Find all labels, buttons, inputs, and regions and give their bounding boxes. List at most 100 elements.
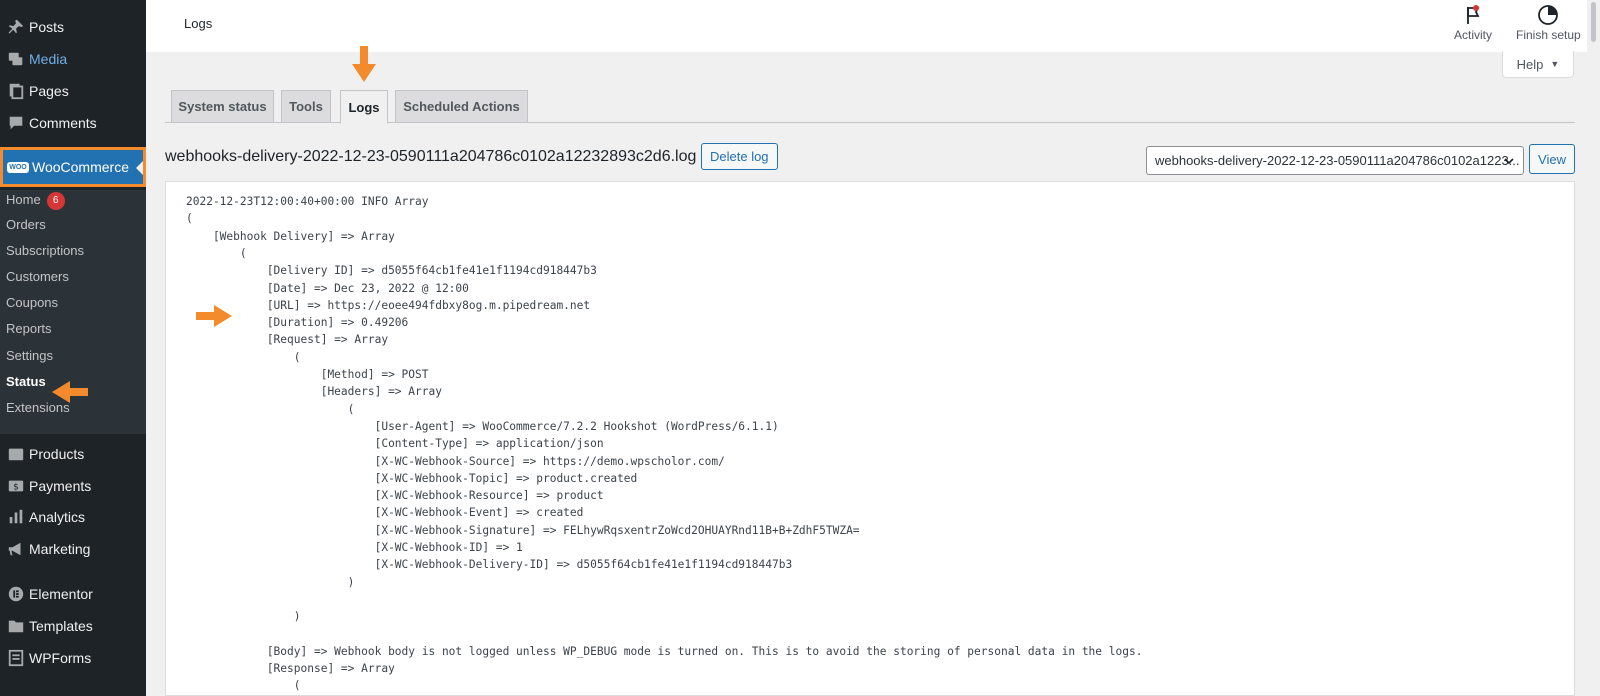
annotation-arrow-right xyxy=(196,305,232,327)
help-label: Help xyxy=(1516,56,1544,72)
log-line: ( xyxy=(186,402,355,416)
log-line: [Date] => Dec 23, 2022 @ 12:00 xyxy=(186,281,469,295)
log-line: ( xyxy=(186,212,193,226)
menu-label: Comments xyxy=(29,115,97,131)
menu-label: WooCommerce xyxy=(32,159,129,175)
log-line: [X-WC-Webhook-Topic] => product.created xyxy=(186,471,638,485)
log-line: [Delivery ID] => d5055f64cb1fe41e1f1194c… xyxy=(186,264,597,278)
log-viewer: 2022-12-23T12:00:40+00:00 INFO Array ( [W… xyxy=(165,181,1575,696)
menu-label: Analytics xyxy=(29,509,86,525)
chevron-down-icon xyxy=(1504,158,1514,165)
log-line: ) xyxy=(186,575,355,589)
comments-icon xyxy=(0,114,28,132)
log-line: [Method] => POST xyxy=(186,368,429,381)
top-header: Logs Activity Finish setup xyxy=(146,0,1587,52)
log-line: ( xyxy=(186,246,247,260)
elementor-icon xyxy=(0,585,28,603)
payments-icon: $ xyxy=(0,477,28,495)
activity-button[interactable]: Activity xyxy=(1454,4,1492,42)
menu-woocommerce[interactable]: WOO WooCommerce xyxy=(0,147,146,187)
scrollbar-thumb[interactable] xyxy=(1591,2,1596,42)
log-line: [X-WC-Webhook-Delivery-ID] => d5055f64cb… xyxy=(186,558,793,572)
log-line: [Request] => Array xyxy=(186,333,389,347)
menu-pages[interactable]: Pages xyxy=(0,75,146,107)
menu-label: Elementor xyxy=(29,586,93,602)
log-select-value: webhooks-delivery-2022-12-23-0590111a204… xyxy=(1155,153,1520,168)
menu-media[interactable]: Media xyxy=(0,43,146,75)
products-icon xyxy=(0,445,28,463)
media-icon xyxy=(0,50,28,68)
log-line: [Body] => Webhook body is not logged unl… xyxy=(186,644,1143,658)
log-line: [X-WC-Webhook-Event] => created xyxy=(186,506,584,520)
menu-label: Products xyxy=(29,446,85,462)
folder-icon xyxy=(0,617,28,635)
menu-posts[interactable]: Posts xyxy=(0,11,146,43)
submenu-orders[interactable]: Orders xyxy=(6,215,46,235)
finish-setup-label: Finish setup xyxy=(1516,28,1581,42)
log-line: [User-Agent] => WooCommerce/7.2.2 Hooksh… xyxy=(186,419,779,433)
page-scrollbar[interactable] xyxy=(1587,0,1600,696)
menu-label: Posts xyxy=(29,19,65,35)
menu-label: WPForms xyxy=(29,650,92,666)
status-tabs: System status Tools Logs Scheduled Actio… xyxy=(165,90,1575,124)
help-button[interactable]: Help ▼ xyxy=(1502,51,1574,78)
log-line: [Response] => Array xyxy=(186,662,395,676)
menu-analytics[interactable]: Analytics xyxy=(0,501,146,533)
submenu-coupons[interactable]: Coupons xyxy=(6,293,58,313)
log-line: [Content-Type] => application/json xyxy=(186,437,604,451)
log-line: [Webhook Delivery] => Array xyxy=(186,229,395,243)
menu-templates[interactable]: Templates xyxy=(0,610,146,642)
tab-system-status[interactable]: System status xyxy=(171,90,274,123)
menu-label: Media xyxy=(29,51,68,67)
submenu-settings[interactable]: Settings xyxy=(6,346,53,366)
menu-products[interactable]: Products xyxy=(0,438,146,470)
woocommerce-icon: WOO xyxy=(7,161,29,173)
submenu-subscriptions[interactable]: Subscriptions xyxy=(6,241,84,261)
svg-text:$: $ xyxy=(13,483,19,493)
submenu-status[interactable]: Status xyxy=(6,372,46,392)
annotation-arrow-down xyxy=(352,46,376,82)
log-line: 2022-12-23T12:00:40+00:00 INFO Array xyxy=(186,195,429,208)
log-line: ( xyxy=(186,350,301,364)
submenu-customers[interactable]: Customers xyxy=(6,267,69,287)
flag-icon xyxy=(1467,5,1480,24)
menu-label: Payments xyxy=(29,478,92,494)
tab-tools[interactable]: Tools xyxy=(281,90,331,123)
log-line: [X-WC-Webhook-Signature] => FELhywRqsxen… xyxy=(186,523,860,537)
activity-label: Activity xyxy=(1454,28,1493,42)
current-menu-notch xyxy=(136,161,143,175)
tab-logs[interactable]: Logs xyxy=(340,90,388,124)
delete-log-button[interactable]: Delete log xyxy=(701,143,778,170)
submenu-reports[interactable]: Reports xyxy=(6,319,52,339)
megaphone-icon xyxy=(0,540,28,558)
notification-badge: 6 xyxy=(46,192,65,210)
log-line: [X-WC-Webhook-Resource] => product xyxy=(186,489,604,503)
menu-payments[interactable]: $ Payments xyxy=(0,470,146,502)
menu-label: Templates xyxy=(29,618,93,634)
log-line: [X-WC-Webhook-Source] => https://demo.wp… xyxy=(186,454,725,468)
finish-setup-button[interactable]: Finish setup xyxy=(1516,4,1581,42)
view-button[interactable]: View xyxy=(1529,144,1575,174)
submenu-home[interactable]: Home 6 xyxy=(6,190,65,210)
log-file-select[interactable]: webhooks-delivery-2022-12-23-0590111a204… xyxy=(1146,146,1524,175)
log-line: ( xyxy=(186,679,301,693)
page-title: Logs xyxy=(184,16,213,31)
menu-elementor[interactable]: Elementor xyxy=(0,578,146,610)
log-line: ) xyxy=(186,610,301,624)
pages-icon xyxy=(0,82,28,100)
menu-wpforms[interactable]: WPForms xyxy=(0,642,146,674)
menu-marketing[interactable]: Marketing xyxy=(0,533,146,565)
menu-label: Marketing xyxy=(29,541,91,557)
annotation-arrow-left xyxy=(52,381,88,403)
wpforms-icon xyxy=(0,649,28,667)
admin-sidebar: Posts Media Pages Comments WOO WooCommer… xyxy=(0,0,146,696)
progress-ring-icon xyxy=(1538,5,1559,25)
log-line: [URL] => https://eoee494fdbxy8og.m.piped… xyxy=(186,298,591,312)
caret-down-icon: ▼ xyxy=(1550,59,1560,69)
log-line: [Headers] => Array xyxy=(186,385,442,399)
analytics-icon xyxy=(0,508,28,526)
menu-comments[interactable]: Comments xyxy=(0,107,146,139)
log-file-title: webhooks-delivery-2022-12-23-0590111a204… xyxy=(165,148,697,165)
tab-scheduled-actions[interactable]: Scheduled Actions xyxy=(395,90,528,123)
pin-icon xyxy=(0,18,28,36)
